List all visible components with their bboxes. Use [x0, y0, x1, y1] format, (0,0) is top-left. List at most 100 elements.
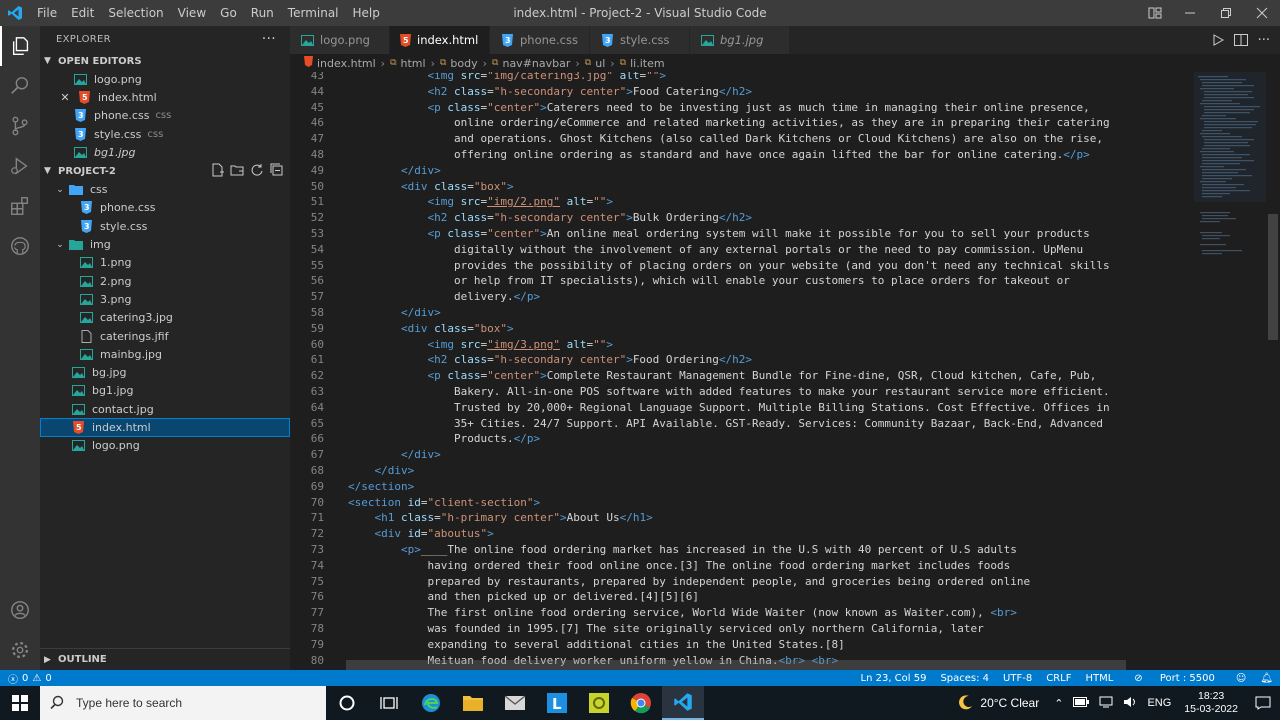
tab-logo-png[interactable]: logo.png — [290, 26, 390, 54]
menu-file[interactable]: File — [30, 0, 64, 26]
more-actions-icon[interactable]: ··· — [1258, 33, 1270, 48]
github-icon[interactable] — [0, 226, 40, 266]
windows-start-icon[interactable] — [0, 686, 40, 720]
file-index-html[interactable]: 5 index.html — [40, 418, 290, 437]
feedback-icon[interactable]: ☺ — [1229, 673, 1253, 684]
folder-img[interactable]: ⌄ img — [40, 235, 290, 253]
code-line[interactable]: 75 prepared by restaurants, prepared by … — [290, 574, 1190, 590]
code-line[interactable]: 74 having ordered their food online once… — [290, 558, 1190, 574]
code-line[interactable]: 43 <img src="img/catering3.jpg" alt=""> — [290, 72, 1190, 84]
search-icon[interactable] — [0, 66, 40, 106]
code-line[interactable]: 47 and operations. Ghost Kitchens (also … — [290, 131, 1190, 147]
split-editor-icon[interactable] — [1233, 31, 1248, 50]
minimap[interactable] — [1190, 72, 1266, 670]
chevron-up-icon[interactable]: ⌃ — [1049, 697, 1068, 710]
collapse-all-icon[interactable] — [270, 163, 284, 180]
file-contact-jpg[interactable]: contact.jpg — [40, 400, 290, 418]
breadcrumb-item[interactable]: body — [450, 57, 477, 70]
volume-icon[interactable] — [1118, 696, 1142, 711]
clock[interactable]: 18:23 15-03-2022 — [1176, 690, 1246, 716]
code-line[interactable]: 76 and then picked up or delivered.[4][5… — [290, 589, 1190, 605]
source-control-icon[interactable] — [0, 106, 40, 146]
cortana-icon[interactable] — [326, 686, 368, 720]
code-line[interactable]: 53 <p class="center">An online meal orde… — [290, 226, 1190, 242]
tab-bg1-jpg[interactable]: bg1.jpg — [690, 26, 790, 54]
file-caterings-jfif[interactable]: caterings.jfif — [40, 327, 290, 345]
file-3-png[interactable]: 3.png — [40, 290, 290, 308]
code-line[interactable]: 56 or help from IT specialists), which w… — [290, 273, 1190, 289]
code-line[interactable]: 72 <div id="aboutus"> — [290, 526, 1190, 542]
code-line[interactable]: 68 </div> — [290, 463, 1190, 479]
code-line[interactable]: 61 <h2 class="h-secondary center">Food O… — [290, 352, 1190, 368]
problems-indicator[interactable]: ⓧ 0 ⚠ 0 — [0, 671, 52, 686]
open-editor-style-css[interactable]: 3 style.css css — [40, 125, 290, 143]
close-window-icon[interactable] — [1244, 0, 1280, 26]
notifications-bell-icon[interactable]: 🔔︎ — [1253, 673, 1280, 684]
file-1-png[interactable]: 1.png — [40, 254, 290, 272]
vscode-taskbar-icon[interactable] — [662, 686, 704, 720]
outline-section[interactable]: ▶ OUTLINE — [40, 648, 290, 670]
explorer-icon[interactable] — [0, 26, 40, 66]
code-line[interactable]: 49 </div> — [290, 163, 1190, 179]
menu-run[interactable]: Run — [244, 0, 281, 26]
breadcrumb-item[interactable]: nav#navbar — [502, 57, 570, 70]
refresh-icon[interactable] — [250, 163, 264, 180]
close-icon[interactable]: ✕ — [58, 91, 72, 104]
code-line[interactable]: 66 Products.</p> — [290, 431, 1190, 447]
code-line[interactable]: 60 <img src="img/3.png" alt=""> — [290, 337, 1190, 353]
breadcrumb-item[interactable]: index.html — [317, 57, 376, 70]
lens-app-icon[interactable]: L — [536, 686, 578, 720]
code-line[interactable]: 57 delivery.</p> — [290, 289, 1190, 305]
code-line[interactable]: 63 Bakery. All-in-one POS software with … — [290, 384, 1190, 400]
code-line[interactable]: 46 online ordering/eCommerce and related… — [290, 115, 1190, 131]
file-2-png[interactable]: 2.png — [40, 272, 290, 290]
new-folder-icon[interactable] — [230, 163, 244, 180]
live-server-port[interactable]: ⊘ Port : 5500 — [1120, 673, 1229, 684]
scrollbar-thumb[interactable] — [1268, 214, 1278, 340]
code-line[interactable]: 79 expanding to several additional citie… — [290, 637, 1190, 653]
file-bg-jpg[interactable]: bg.jpg — [40, 363, 290, 381]
code-line[interactable]: 54 digitally without the involvement of … — [290, 242, 1190, 258]
code-line[interactable]: 52 <h2 class="h-secondary center">Bulk O… — [290, 210, 1190, 226]
action-center-icon[interactable] — [1246, 696, 1280, 710]
tab-phone-css[interactable]: 3 phone.css — [490, 26, 590, 54]
more-actions-icon[interactable]: ··· — [262, 31, 276, 47]
chrome-icon[interactable] — [620, 686, 662, 720]
file-mainbg-jpg[interactable]: mainbg.jpg — [40, 345, 290, 363]
code-line[interactable]: 51 <img src="img/2.png" alt=""> — [290, 194, 1190, 210]
breadcrumb-item[interactable]: html — [401, 57, 426, 70]
code-line[interactable]: 71 <h1 class="h-primary center">About Us… — [290, 510, 1190, 526]
code-line[interactable]: 44 <h2 class="h-secondary center">Food C… — [290, 84, 1190, 100]
menu-help[interactable]: Help — [346, 0, 387, 26]
menu-go[interactable]: Go — [213, 0, 244, 26]
open-editor-phone-css[interactable]: 3 phone.css css — [40, 107, 290, 125]
customize-layout-icon[interactable] — [1138, 0, 1172, 26]
taskbar-search-box[interactable]: Type here to search — [40, 686, 326, 720]
restore-icon[interactable] — [1208, 0, 1244, 26]
menu-selection[interactable]: Selection — [101, 0, 170, 26]
code-line[interactable]: 67 </div> — [290, 447, 1190, 463]
code-line[interactable]: 69 </section> — [290, 479, 1190, 495]
horizontal-scrollbar[interactable] — [346, 660, 1126, 670]
folder-css[interactable]: ⌄ css — [40, 180, 290, 198]
tab-style-css[interactable]: 3 style.css — [590, 26, 690, 54]
account-icon[interactable] — [0, 590, 40, 630]
extensions-icon[interactable] — [0, 186, 40, 226]
code-line[interactable]: 77 The first online food ordering servic… — [290, 605, 1190, 621]
code-line[interactable]: 62 <p class="center">Complete Restaurant… — [290, 368, 1190, 384]
menu-terminal[interactable]: Terminal — [281, 0, 346, 26]
menu-view[interactable]: View — [171, 0, 213, 26]
code-line[interactable]: 65 35+ Cities. 24/7 Support. API Availab… — [290, 416, 1190, 432]
file-phone-css[interactable]: 3 phone.css — [40, 199, 290, 217]
code-line[interactable]: 48 offering online ordering as standard … — [290, 147, 1190, 163]
open-editor-logo-png[interactable]: logo.png — [40, 70, 290, 88]
file-style-css[interactable]: 3 style.css — [40, 217, 290, 235]
code-line[interactable]: 73 <p>____The online food ordering marke… — [290, 542, 1190, 558]
breadcrumb-item[interactable]: ul — [595, 57, 605, 70]
weather-widget[interactable]: 20°C Clear — [948, 694, 1049, 713]
mail-icon[interactable] — [494, 686, 536, 720]
run-debug-icon[interactable] — [0, 146, 40, 186]
open-editor-bg1-jpg[interactable]: bg1.jpg — [40, 143, 290, 161]
open-editors-section[interactable]: ▼ OPEN EDITORS — [40, 52, 290, 70]
file-explorer-icon[interactable] — [452, 686, 494, 720]
